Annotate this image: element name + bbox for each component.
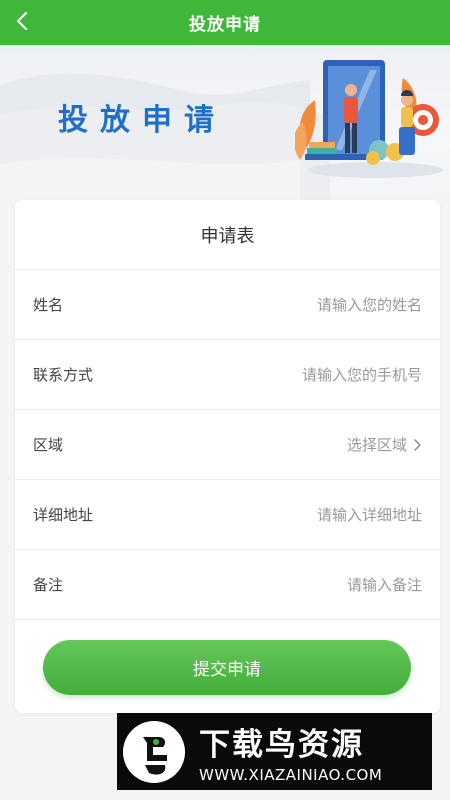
application-form-card: 申请表 姓名 联系方式 区域 选择区域 详细地址 备注 提交申请 [15,200,440,713]
submit-button[interactable]: 提交申请 [43,640,411,695]
watermark-banner: 下载鸟资源 WWW.XIAZAINIAO.COM [117,713,432,790]
region-placeholder: 选择区域 [346,436,407,454]
bird-logo-icon [143,736,167,775]
back-button[interactable] [6,4,40,38]
name-input[interactable] [182,295,422,314]
watermark-name: 下载鸟资源 [199,727,364,763]
banner: 投放申请 [0,45,450,205]
name-row: 姓名 [15,270,440,340]
remark-input[interactable] [182,575,422,594]
region-row[interactable]: 区域 选择区域 [15,410,440,480]
phone-input[interactable] [182,365,422,384]
name-label: 姓名 [33,296,64,314]
remark-row: 备注 [15,550,440,620]
region-select[interactable]: 选择区域 [347,434,422,455]
remark-label: 备注 [33,576,64,594]
top-nav-bar: 投放申请 [0,0,450,45]
phone-row: 联系方式 [15,340,440,410]
form-title: 申请表 [200,225,255,247]
illustration [295,60,443,178]
region-label: 区域 [33,436,64,454]
page-title: 投放申请 [189,15,261,35]
watermark-logo [123,720,185,783]
phone-label: 联系方式 [33,366,94,384]
address-row: 详细地址 [15,480,440,550]
back-arrow-icon [16,11,28,31]
address-input[interactable] [182,505,422,524]
address-label: 详细地址 [33,506,94,524]
watermark-url: WWW.XIAZAINIAO.COM [199,766,383,784]
chevron-right-icon [414,438,421,451]
banner-title: 投放申请 [58,103,226,138]
form-header: 申请表 [15,200,440,270]
